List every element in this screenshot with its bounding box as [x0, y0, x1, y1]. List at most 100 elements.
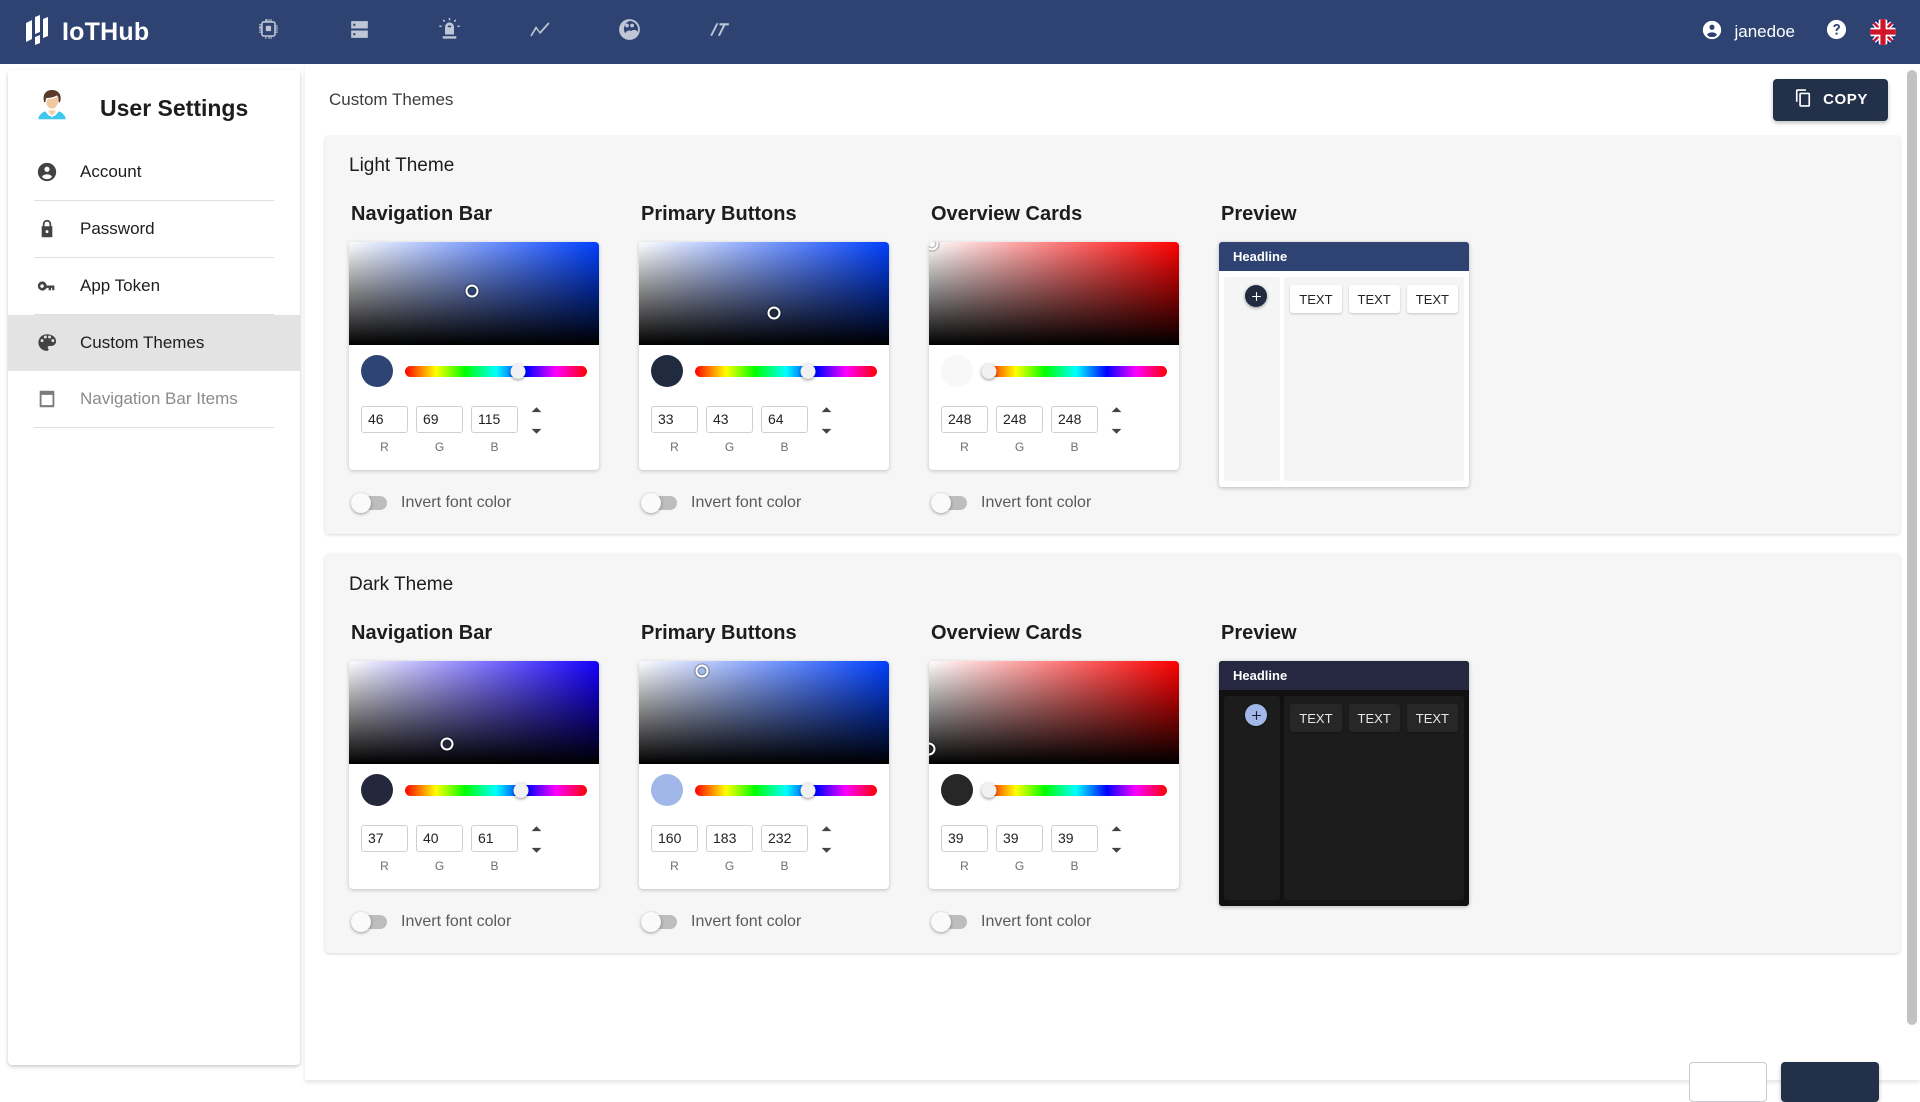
sidebar-item-custom-themes[interactable]: Custom Themes	[8, 315, 300, 371]
blue-input[interactable]	[471, 406, 518, 433]
green-input[interactable]	[416, 825, 463, 852]
chevron-up-icon[interactable]	[530, 401, 543, 419]
sidebar-item-account[interactable]: Account	[8, 144, 300, 200]
red-input[interactable]	[651, 406, 698, 433]
sidebar-item-navigation-bar-items[interactable]: Navigation Bar Items	[8, 371, 300, 427]
server-rack-icon-button[interactable]	[314, 0, 404, 64]
saturation-value-area[interactable]	[639, 242, 889, 345]
hue-slider[interactable]	[405, 360, 587, 382]
rgb-stepper[interactable]	[530, 401, 543, 440]
hue-row	[651, 774, 877, 806]
brand-mark-icon-button[interactable]	[674, 0, 764, 64]
hue-slider[interactable]	[405, 779, 587, 801]
hue-slider[interactable]	[695, 779, 877, 801]
rgb-stepper[interactable]	[820, 820, 833, 859]
chevron-down-icon[interactable]	[820, 841, 833, 859]
preview-chip[interactable]: TEXT	[1349, 285, 1400, 313]
language-button[interactable]	[1864, 0, 1904, 64]
rgb-stepper[interactable]	[1110, 401, 1123, 440]
hue-slider-thumb[interactable]	[800, 783, 815, 798]
hue-slider[interactable]	[695, 360, 877, 382]
saturation-value-area[interactable]	[929, 242, 1179, 345]
color-picker[interactable]: R G B	[349, 242, 599, 470]
color-picker[interactable]: R G B	[929, 242, 1179, 470]
saturation-pointer[interactable]	[929, 242, 938, 251]
alarm-light-icon-button[interactable]	[404, 0, 494, 64]
blue-input[interactable]	[761, 825, 808, 852]
green-input[interactable]	[996, 825, 1043, 852]
rgb-stepper[interactable]	[1110, 820, 1123, 859]
green-input[interactable]	[996, 406, 1043, 433]
rgb-stepper[interactable]	[820, 401, 833, 440]
saturation-value-area[interactable]	[639, 661, 889, 764]
chevron-down-icon[interactable]	[530, 422, 543, 440]
red-input[interactable]	[941, 825, 988, 852]
preview-chip[interactable]: TEXT	[1407, 704, 1458, 732]
chevron-up-icon[interactable]	[1110, 820, 1123, 838]
rgb-stepper[interactable]	[530, 820, 543, 859]
chevron-up-icon[interactable]	[1110, 401, 1123, 419]
preview-chip[interactable]: TEXT	[1349, 704, 1400, 732]
saturation-pointer[interactable]	[768, 307, 781, 320]
saturation-value-area[interactable]	[349, 242, 599, 345]
hue-slider-thumb[interactable]	[981, 783, 996, 798]
invert-font-color-toggle[interactable]	[353, 496, 387, 510]
cancel-button[interactable]	[1689, 1062, 1767, 1102]
hue-slider-thumb[interactable]	[510, 364, 525, 379]
saturation-pointer[interactable]	[440, 738, 453, 751]
timeline-chart-icon-button[interactable]	[494, 0, 584, 64]
color-picker[interactable]: R G B	[639, 661, 889, 889]
hue-slider-thumb[interactable]	[800, 364, 815, 379]
help-button[interactable]	[1809, 0, 1864, 64]
red-input[interactable]	[651, 825, 698, 852]
hue-slider[interactable]	[985, 360, 1167, 382]
chevron-down-icon[interactable]	[1110, 841, 1123, 859]
brand-logo-group[interactable]: IoTHub	[20, 15, 149, 49]
green-input[interactable]	[706, 825, 753, 852]
hue-slider-thumb[interactable]	[514, 783, 529, 798]
chevron-up-icon[interactable]	[820, 401, 833, 419]
memory-chip-icon-button[interactable]	[224, 0, 314, 64]
chevron-up-icon[interactable]	[530, 820, 543, 838]
user-menu-button[interactable]: janedoe	[1687, 0, 1809, 64]
green-input[interactable]	[706, 406, 753, 433]
theme-panel: Dark Theme Navigation Bar	[325, 554, 1900, 953]
invert-font-color-toggle[interactable]	[643, 915, 677, 929]
preview-chip[interactable]: TEXT	[1290, 704, 1341, 732]
green-input[interactable]	[416, 406, 463, 433]
sidebar-item-app-token[interactable]: App Token	[8, 258, 300, 314]
sidebar-item-password[interactable]: Password	[8, 201, 300, 257]
chevron-down-icon[interactable]	[1110, 422, 1123, 440]
hue-slider-thumb[interactable]	[981, 364, 996, 379]
saturation-pointer[interactable]	[465, 285, 478, 298]
copy-button[interactable]: COPY	[1773, 79, 1888, 121]
preview-chip[interactable]: TEXT	[1290, 285, 1341, 313]
chevron-up-icon[interactable]	[820, 820, 833, 838]
blue-input[interactable]	[1051, 825, 1098, 852]
saturation-value-area[interactable]	[349, 661, 599, 764]
invert-font-color-toggle[interactable]	[933, 496, 967, 510]
saturation-pointer[interactable]	[929, 742, 936, 755]
blue-input[interactable]	[761, 406, 808, 433]
invert-font-color-toggle[interactable]	[353, 915, 387, 929]
preview-chip[interactable]: TEXT	[1407, 285, 1458, 313]
blue-input[interactable]	[471, 825, 518, 852]
saturation-value-area[interactable]	[929, 661, 1179, 764]
vertical-scrollbar[interactable]	[1907, 64, 1917, 1064]
saturation-pointer[interactable]	[695, 665, 708, 678]
red-input[interactable]	[361, 825, 408, 852]
save-button[interactable]	[1781, 1062, 1879, 1102]
chevron-down-icon[interactable]	[820, 422, 833, 440]
color-picker[interactable]: R G B	[639, 242, 889, 470]
color-picker[interactable]: R G B	[349, 661, 599, 889]
red-input[interactable]	[941, 406, 988, 433]
user-group-icon-button[interactable]	[584, 0, 674, 64]
chevron-down-icon[interactable]	[530, 841, 543, 859]
red-input[interactable]	[361, 406, 408, 433]
blue-input[interactable]	[1051, 406, 1098, 433]
vertical-scrollbar-thumb[interactable]	[1907, 70, 1917, 1025]
invert-font-color-toggle[interactable]	[643, 496, 677, 510]
invert-font-color-toggle[interactable]	[933, 915, 967, 929]
color-picker[interactable]: R G B	[929, 661, 1179, 889]
hue-slider[interactable]	[985, 779, 1167, 801]
